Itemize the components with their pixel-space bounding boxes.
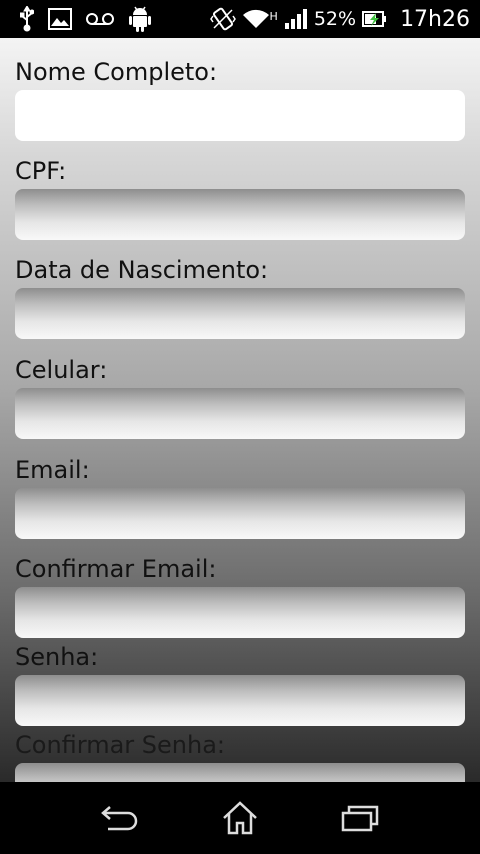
wifi-icon bbox=[242, 8, 270, 30]
confirm-password-input[interactable] bbox=[15, 763, 465, 782]
birth-date-label: Data de Nascimento: bbox=[15, 256, 269, 284]
confirm-email-label: Confirmar Email: bbox=[15, 555, 217, 583]
mobile-label: Celular: bbox=[15, 356, 108, 384]
battery-percent: 52% bbox=[313, 8, 357, 30]
registration-form: Nome Completo: CPF: Data de Nascimento: … bbox=[0, 38, 480, 782]
mobile-field[interactable] bbox=[15, 388, 465, 439]
android-icon bbox=[128, 6, 152, 32]
battery-charging-icon bbox=[362, 10, 388, 28]
clock: 17h26 bbox=[400, 6, 470, 32]
usb-icon bbox=[20, 6, 34, 32]
cpf-label: CPF: bbox=[15, 157, 67, 185]
password-input[interactable] bbox=[15, 675, 465, 726]
home-icon bbox=[223, 801, 257, 835]
birth-date-field[interactable] bbox=[15, 288, 465, 339]
cpf-input[interactable] bbox=[15, 189, 465, 240]
back-icon bbox=[101, 806, 138, 831]
back-button[interactable] bbox=[80, 788, 160, 848]
home-button[interactable] bbox=[200, 788, 280, 848]
recent-apps-button[interactable] bbox=[320, 788, 400, 848]
confirm-password-field[interactable] bbox=[15, 763, 465, 782]
recent-apps-icon bbox=[341, 805, 379, 832]
image-icon bbox=[48, 8, 72, 30]
email-label: Email: bbox=[15, 456, 90, 484]
cpf-field[interactable] bbox=[15, 189, 465, 240]
birth-date-input[interactable] bbox=[15, 288, 465, 339]
full-name-label: Nome Completo: bbox=[15, 58, 218, 86]
password-label: Senha: bbox=[15, 643, 99, 671]
confirm-password-label: Confirmar Senha: bbox=[15, 731, 226, 759]
full-name-field[interactable] bbox=[15, 90, 465, 141]
voicemail-icon bbox=[86, 12, 114, 26]
mobile-input[interactable] bbox=[15, 388, 465, 439]
password-field[interactable] bbox=[15, 675, 465, 726]
network-type-label: H bbox=[269, 10, 278, 23]
email-field[interactable] bbox=[15, 488, 465, 539]
signal-icon bbox=[284, 8, 308, 30]
vibrate-icon bbox=[209, 6, 236, 32]
navigation-bar bbox=[0, 782, 480, 854]
confirm-email-input[interactable] bbox=[15, 587, 465, 638]
email-input[interactable] bbox=[15, 488, 465, 539]
confirm-email-field[interactable] bbox=[15, 587, 465, 638]
status-bar: H 52% 17h26 bbox=[0, 0, 480, 38]
full-name-input[interactable] bbox=[15, 90, 465, 141]
